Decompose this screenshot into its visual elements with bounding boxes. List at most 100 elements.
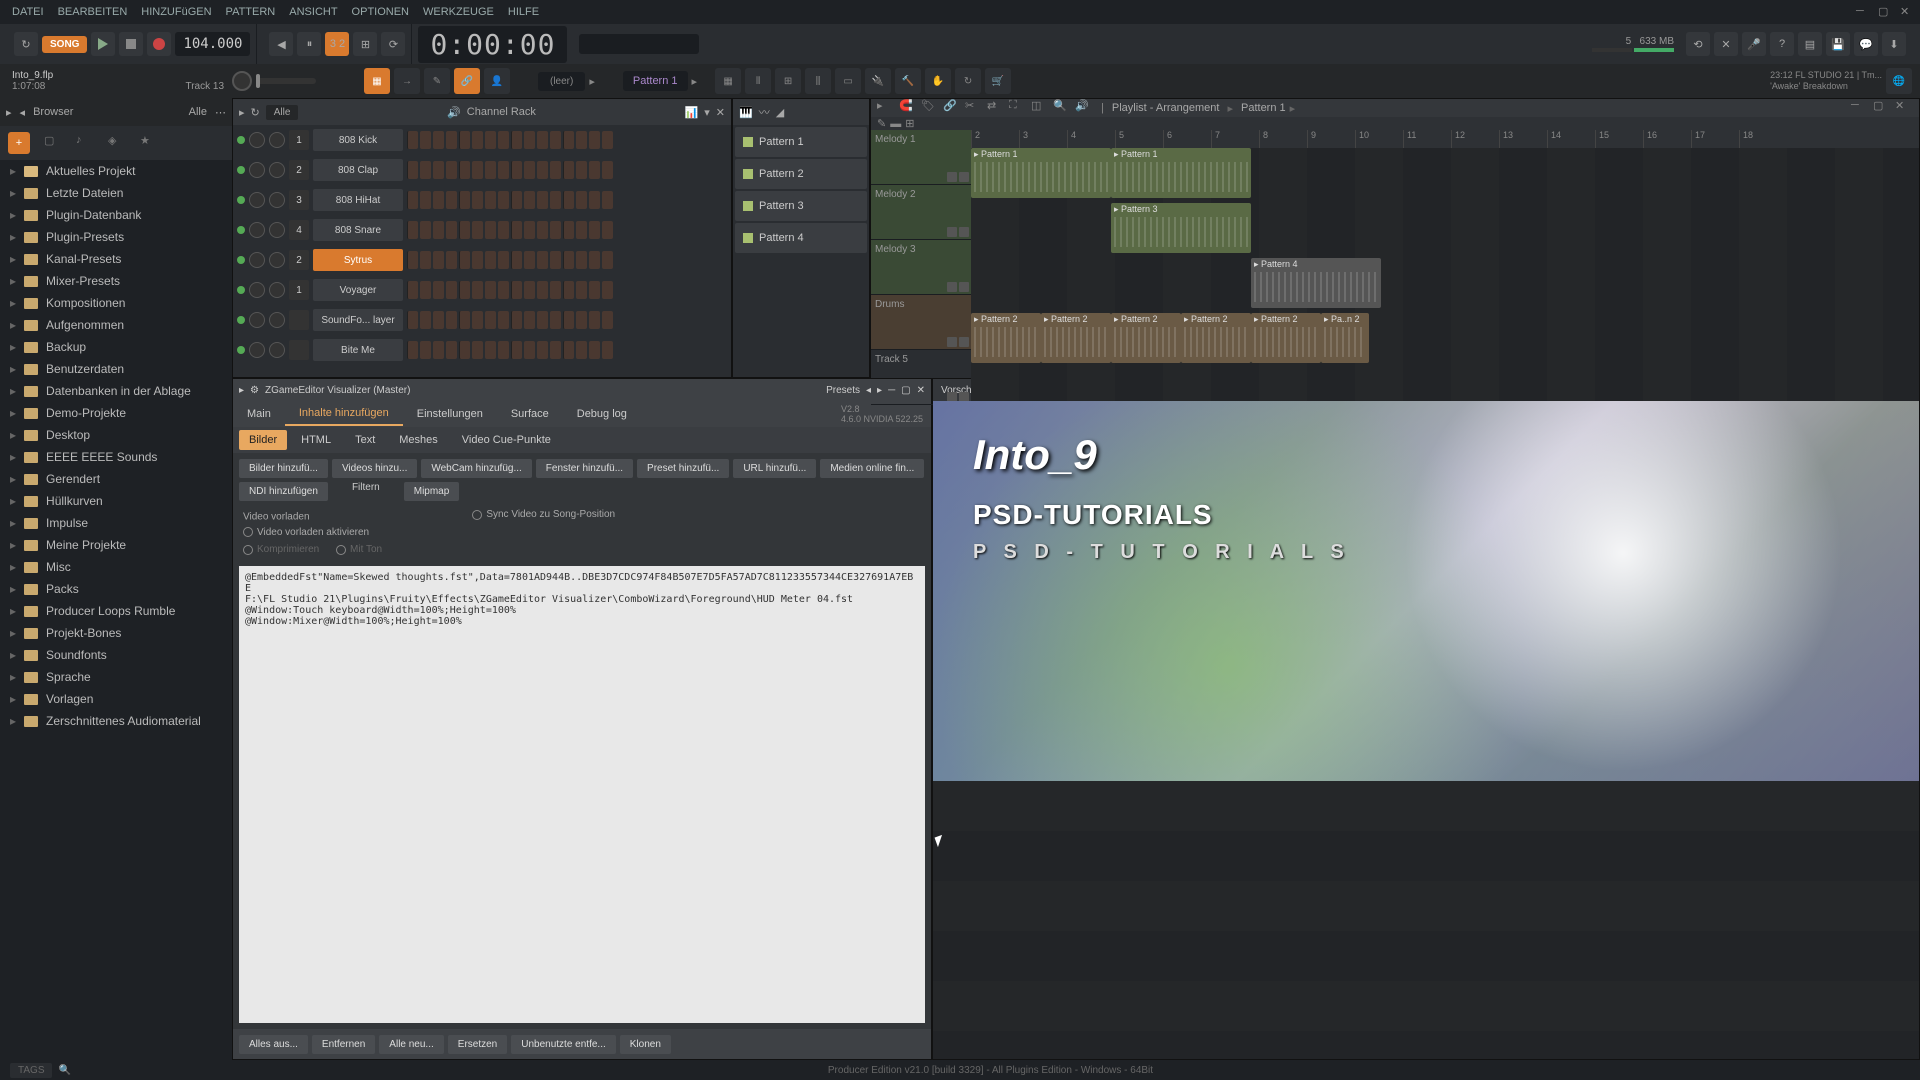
step-button[interactable] [550,221,561,239]
loop-icon[interactable]: ⟳ [381,32,405,56]
ruler-tick[interactable]: 9 [1307,130,1355,148]
pl-audio-icon[interactable]: 🔊 [1075,99,1093,117]
browser-item[interactable]: ▸Letzte Dateien [0,182,232,204]
zge-bottom-button[interactable]: Entfernen [312,1035,375,1054]
step-button[interactable] [407,341,418,359]
step-button[interactable] [407,281,418,299]
browser-filter[interactable]: Alle [189,106,207,118]
zge-gear-icon[interactable]: ⚙ [250,385,259,396]
step-button[interactable] [563,311,574,329]
channel-pan-knob[interactable] [249,342,265,358]
ruler-tick[interactable]: 4 [1067,130,1115,148]
step-button[interactable] [589,341,600,359]
step-button[interactable] [420,221,431,239]
tab-fav-icon[interactable]: ★ [140,134,158,152]
zge-subtab[interactable]: Video Cue-Punkte [452,430,561,450]
zge-action-button[interactable]: Preset hinzufü... [637,459,729,478]
step-button[interactable] [537,311,548,329]
channel-vol-knob[interactable] [269,222,285,238]
browser-item[interactable]: ▸Aktuelles Projekt [0,160,232,182]
channel-led[interactable] [237,346,245,354]
step-button[interactable] [511,251,522,269]
step-button[interactable] [459,281,470,299]
save-icon[interactable]: 💾 [1826,32,1850,56]
channel-led[interactable] [237,136,245,144]
browser-item[interactable]: ▸Vorlagen [0,688,232,710]
help-icon[interactable]: ? [1770,32,1794,56]
step-button[interactable] [550,161,561,179]
channel-name-button[interactable]: 808 Clap [313,159,403,181]
menu-pattern[interactable]: PATTERN [220,3,282,21]
browser-item[interactable]: ▸Projekt-Bones [0,622,232,644]
zge-action-button[interactable]: NDI hinzufügen [239,482,328,501]
step-button[interactable] [472,131,483,149]
browser-options-icon[interactable]: ⋯ [215,106,226,119]
tab-all-icon[interactable]: ▢ [44,134,62,152]
pl-tool-paint[interactable]: ▬ [890,118,901,130]
channel-led[interactable] [237,196,245,204]
tool-5[interactable]: ▭ [835,68,861,94]
step-button[interactable] [472,191,483,209]
step-button[interactable] [524,281,535,299]
midi-icon[interactable]: 🎤 [1742,32,1766,56]
browser-item[interactable]: ▸Soundfonts [0,644,232,666]
browser-item[interactable]: ▸Meine Projekte [0,534,232,556]
master-volume-slider[interactable] [256,78,316,84]
channel-name-button[interactable]: 808 Snare [313,219,403,241]
playlist-track-header[interactable]: Drums [871,295,971,350]
step-button[interactable] [459,191,470,209]
browser-item[interactable]: ▸Sprache [0,666,232,688]
channel-led[interactable] [237,316,245,324]
step-button[interactable] [511,221,522,239]
browser-item[interactable]: ▸Hüllkurven [0,490,232,512]
step-button[interactable] [472,311,483,329]
step-button[interactable] [420,341,431,359]
snap-selector[interactable]: (leer) [538,72,585,91]
step-button[interactable] [459,221,470,239]
zge-tab[interactable]: Main [233,403,285,425]
search-icon[interactable]: 🔍 [58,1065,70,1076]
channel-name-button[interactable]: Voyager [313,279,403,301]
zge-menu-icon[interactable]: ▸ [239,385,244,396]
playlist-clip[interactable]: ▸ Pa..n 2 [1321,313,1369,363]
menu-datei[interactable]: DATEI [6,3,50,21]
step-button[interactable] [407,221,418,239]
step-button[interactable] [433,251,444,269]
step-button[interactable] [576,191,587,209]
zge-tab[interactable]: Debug log [563,403,641,425]
tool-6[interactable]: 🔌 [865,68,891,94]
channel-pan-knob[interactable] [249,252,265,268]
step-button[interactable] [407,131,418,149]
view-playlist-button[interactable]: ▦ [364,68,390,94]
browser-item[interactable]: ▸Misc [0,556,232,578]
step-button[interactable] [563,341,574,359]
step-button[interactable] [498,251,509,269]
playlist-crumb[interactable]: Pattern 1 [1241,102,1286,114]
track-solo-icon[interactable] [959,282,969,292]
step-button[interactable] [550,131,561,149]
tool-7[interactable]: 🔨 [895,68,921,94]
step-button[interactable] [485,341,496,359]
add-icon[interactable]: + [8,132,30,154]
step-button[interactable] [537,221,548,239]
step-button[interactable] [485,161,496,179]
pl-min-icon[interactable]: ─ [1851,99,1869,117]
step-button[interactable] [602,251,613,269]
tool-8[interactable]: ✋ [925,68,951,94]
playlist-clip[interactable]: ▸ Pattern 2 [1181,313,1251,363]
track-mute-icon[interactable] [947,337,957,347]
playlist-clip[interactable]: ▸ Pattern 2 [1041,313,1111,363]
track-mute-icon[interactable] [947,227,957,237]
step-button[interactable] [576,131,587,149]
pl-tag-icon[interactable]: 🏷 [921,99,939,117]
step-button[interactable] [550,251,561,269]
playlist-track-header[interactable]: Track 5 [871,350,971,405]
channel-pan-knob[interactable] [249,132,265,148]
view-piano-roll-button[interactable]: → [394,68,420,94]
step-button[interactable] [537,341,548,359]
step-button[interactable] [563,191,574,209]
step-button[interactable] [446,131,457,149]
step-button[interactable] [420,311,431,329]
step-button[interactable] [459,131,470,149]
countdown-icon[interactable]: 3 2 [325,32,349,56]
